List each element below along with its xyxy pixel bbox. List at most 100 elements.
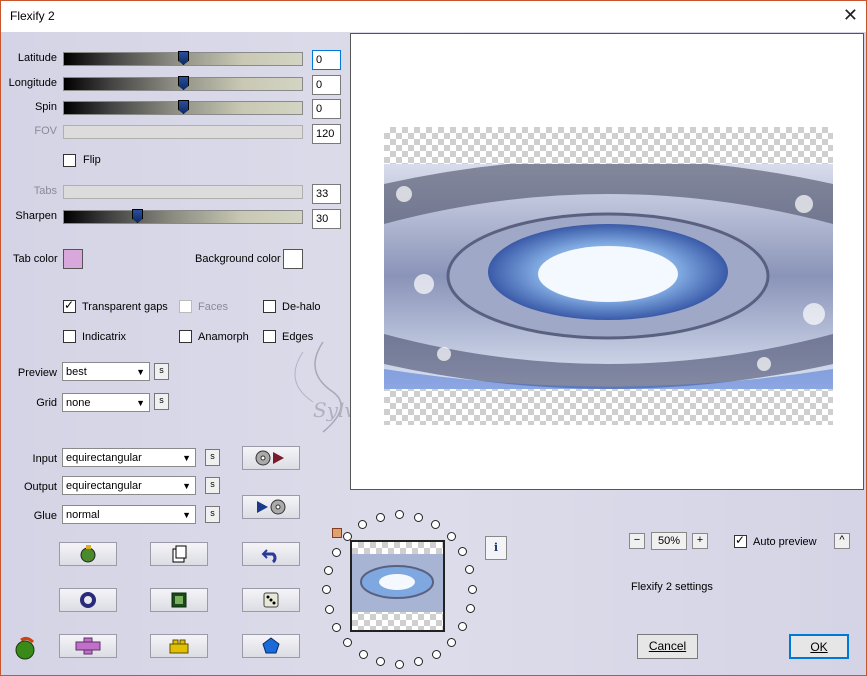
ok-button[interactable]: OK [789,634,849,659]
longitude-slider[interactable] [63,76,303,91]
background-color-swatch[interactable] [283,249,303,269]
collapse-button[interactable]: ^ [834,533,850,549]
ring-dot[interactable] [447,638,456,647]
preview-quality-select[interactable]: best ▼ [62,362,150,381]
random-button[interactable] [59,542,117,566]
input-value: equirectangular [66,452,142,464]
auto-preview-checkbox[interactable]: ✓ [734,533,747,548]
sharpen-field[interactable]: 30 [312,209,341,229]
auto-preview-label: Auto preview [753,536,817,548]
output-select[interactable]: equirectangular ▼ [62,476,196,495]
ring-dot[interactable] [395,660,404,669]
preview-s-button[interactable]: s [154,363,169,380]
ring-dot[interactable] [332,623,341,632]
preview-panel[interactable] [350,33,864,490]
transparent-gaps-checkbox[interactable]: ✓ [63,298,76,313]
ring-dot[interactable] [458,622,467,631]
lego-button[interactable] [150,634,208,658]
pentagon-gem-icon [262,637,280,654]
chevron-down-icon: ▼ [182,481,191,491]
latitude-field[interactable]: 0 [312,50,341,70]
fov-slider [63,125,303,139]
ring-dot[interactable] [376,657,385,666]
ring-dot[interactable] [343,532,352,541]
longitude-field[interactable]: 0 [312,75,341,95]
flexify-dialog: Flexify 2 ✕ Latitude 0 Longitude 0 Spin … [0,0,867,676]
indicatrix-checkbox[interactable] [63,330,76,343]
ring-dot[interactable] [465,565,474,574]
spin-field[interactable]: 0 [312,99,341,119]
glue-select[interactable]: normal ▼ [62,505,196,524]
settings-label: Flexify 2 settings [631,581,713,593]
ring-dot[interactable] [414,657,423,666]
ring-dot[interactable] [332,548,341,557]
ring-dot[interactable] [343,638,352,647]
ring-dot[interactable] [359,650,368,659]
brick-icon [169,639,189,654]
tab-color-swatch[interactable] [63,249,83,269]
anamorph-checkbox[interactable] [179,330,192,343]
output-s-button[interactable]: s [205,477,220,494]
play-disc-icon [257,499,286,515]
ring-dot[interactable] [431,520,440,529]
close-icon[interactable]: ✕ [843,5,858,26]
de-halo-checkbox[interactable] [263,300,276,313]
faces-label: Faces [198,301,228,313]
save-output-button[interactable] [242,495,300,519]
ring-dot[interactable] [447,532,456,541]
thumbnail-anchor-handle[interactable] [332,528,342,538]
flip-checkbox[interactable] [63,154,76,167]
reset-button[interactable] [59,588,117,612]
ring-dot[interactable] [458,547,467,556]
ring-dot[interactable] [376,513,385,522]
chevron-down-icon: ▼ [182,510,191,520]
info-button[interactable]: i [485,536,507,560]
ring-dot[interactable] [325,605,334,614]
ring-dot[interactable] [432,650,441,659]
undo-button[interactable] [242,542,300,566]
dice-button[interactable] [242,588,300,612]
grid-select[interactable]: none ▼ [62,393,150,412]
copy-button[interactable] [150,542,208,566]
latitude-slider[interactable] [63,51,303,66]
ring-dot[interactable] [395,510,404,519]
checkmark-icon: ✓ [64,298,75,312]
sharpen-slider[interactable] [63,209,303,224]
input-select[interactable]: equirectangular ▼ [62,448,196,467]
spin-slider-thumb[interactable] [178,100,189,114]
sharpen-slider-thumb[interactable] [132,209,143,223]
tabs-field[interactable]: 33 [312,184,341,204]
glue-value: normal [66,509,100,521]
spin-slider[interactable] [63,100,303,115]
glue-s-button[interactable]: s [205,506,220,523]
grid-s-button[interactable]: s [154,393,169,410]
polyhedron-button[interactable] [242,634,300,658]
tabs-button[interactable] [59,634,117,658]
ring-dot[interactable] [468,585,477,594]
chevron-down-icon: ▼ [182,453,191,463]
background-color-label: Background color [195,253,281,265]
indicatrix-label: Indicatrix [82,331,127,343]
zoom-out-button[interactable]: − [629,533,645,549]
ring-dot[interactable] [466,604,475,613]
cancel-button[interactable]: Cancel [637,634,698,659]
longitude-slider-thumb[interactable] [178,76,189,90]
ring-dot[interactable] [358,520,367,529]
thumbnail-preview[interactable] [350,540,445,632]
input-s-button[interactable]: s [205,449,220,466]
ring-dot[interactable] [414,513,423,522]
ring-dot[interactable] [322,585,331,594]
fov-field[interactable]: 120 [312,124,341,144]
disc-play-icon [255,450,284,466]
zoom-in-button[interactable]: + [692,533,708,549]
load-input-button[interactable] [242,446,300,470]
frame-button[interactable] [150,588,208,612]
glue-label: Glue [33,510,57,522]
spin-label: Spin [34,101,57,113]
latitude-slider-thumb[interactable] [178,51,189,65]
ring-dot[interactable] [324,566,333,575]
chevron-down-icon: ▼ [136,398,145,408]
cancel-label: Cancel [648,639,687,653]
window-title: Flexify 2 [10,9,55,23]
grenade-icon [80,545,96,563]
